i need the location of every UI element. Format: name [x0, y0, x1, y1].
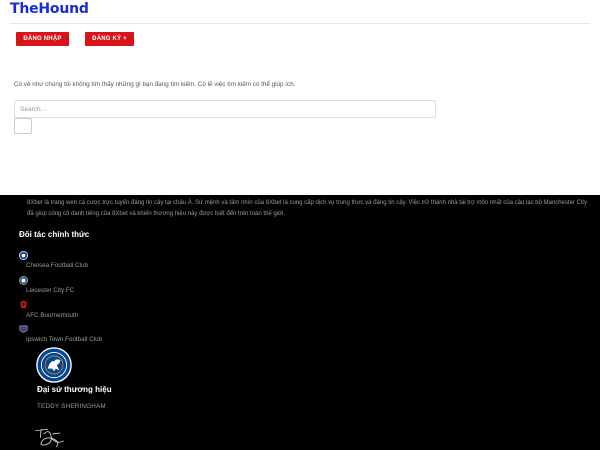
- not-found-message: Có vẻ như chúng tôi không tìm thấy những…: [14, 81, 296, 88]
- chelsea-icon: [19, 251, 28, 260]
- partner-link-chelsea[interactable]: Chelsea Football Club: [26, 262, 88, 269]
- leicester-icon: [19, 276, 28, 285]
- partner-link-bournemouth[interactable]: AFC Bournemouth: [26, 312, 78, 319]
- search-submit-button[interactable]: [14, 118, 32, 134]
- signature-icon: [35, 429, 64, 447]
- search-input[interactable]: [14, 100, 436, 118]
- bournemouth-icon: [20, 300, 27, 309]
- partners-heading: Đối tác chính thức: [19, 230, 90, 239]
- site-footer: 8Xbet là trang web cá cược trực tuyến đá…: [0, 195, 600, 450]
- register-button[interactable]: ĐĂNG KÝ +: [85, 32, 134, 46]
- footer-about-text: 8Xbet là trang web cá cược trực tuyến đá…: [27, 200, 587, 217]
- site-logo[interactable]: TheHound: [10, 1, 89, 17]
- header-divider: [10, 23, 590, 24]
- ambassador-heading: Đại sứ thương hiệu: [37, 385, 112, 394]
- chelsea-crest-icon: [36, 347, 72, 383]
- partner-link-leicester[interactable]: Leicester City FC: [26, 287, 74, 294]
- ambassador-name: TEDDY SHERINGHAM: [37, 403, 106, 410]
- login-button[interactable]: ĐĂNG NHẬP: [16, 32, 69, 46]
- ipswich-icon: [19, 325, 28, 333]
- partner-link-ipswich[interactable]: Ipswich Town Football Club: [26, 336, 102, 343]
